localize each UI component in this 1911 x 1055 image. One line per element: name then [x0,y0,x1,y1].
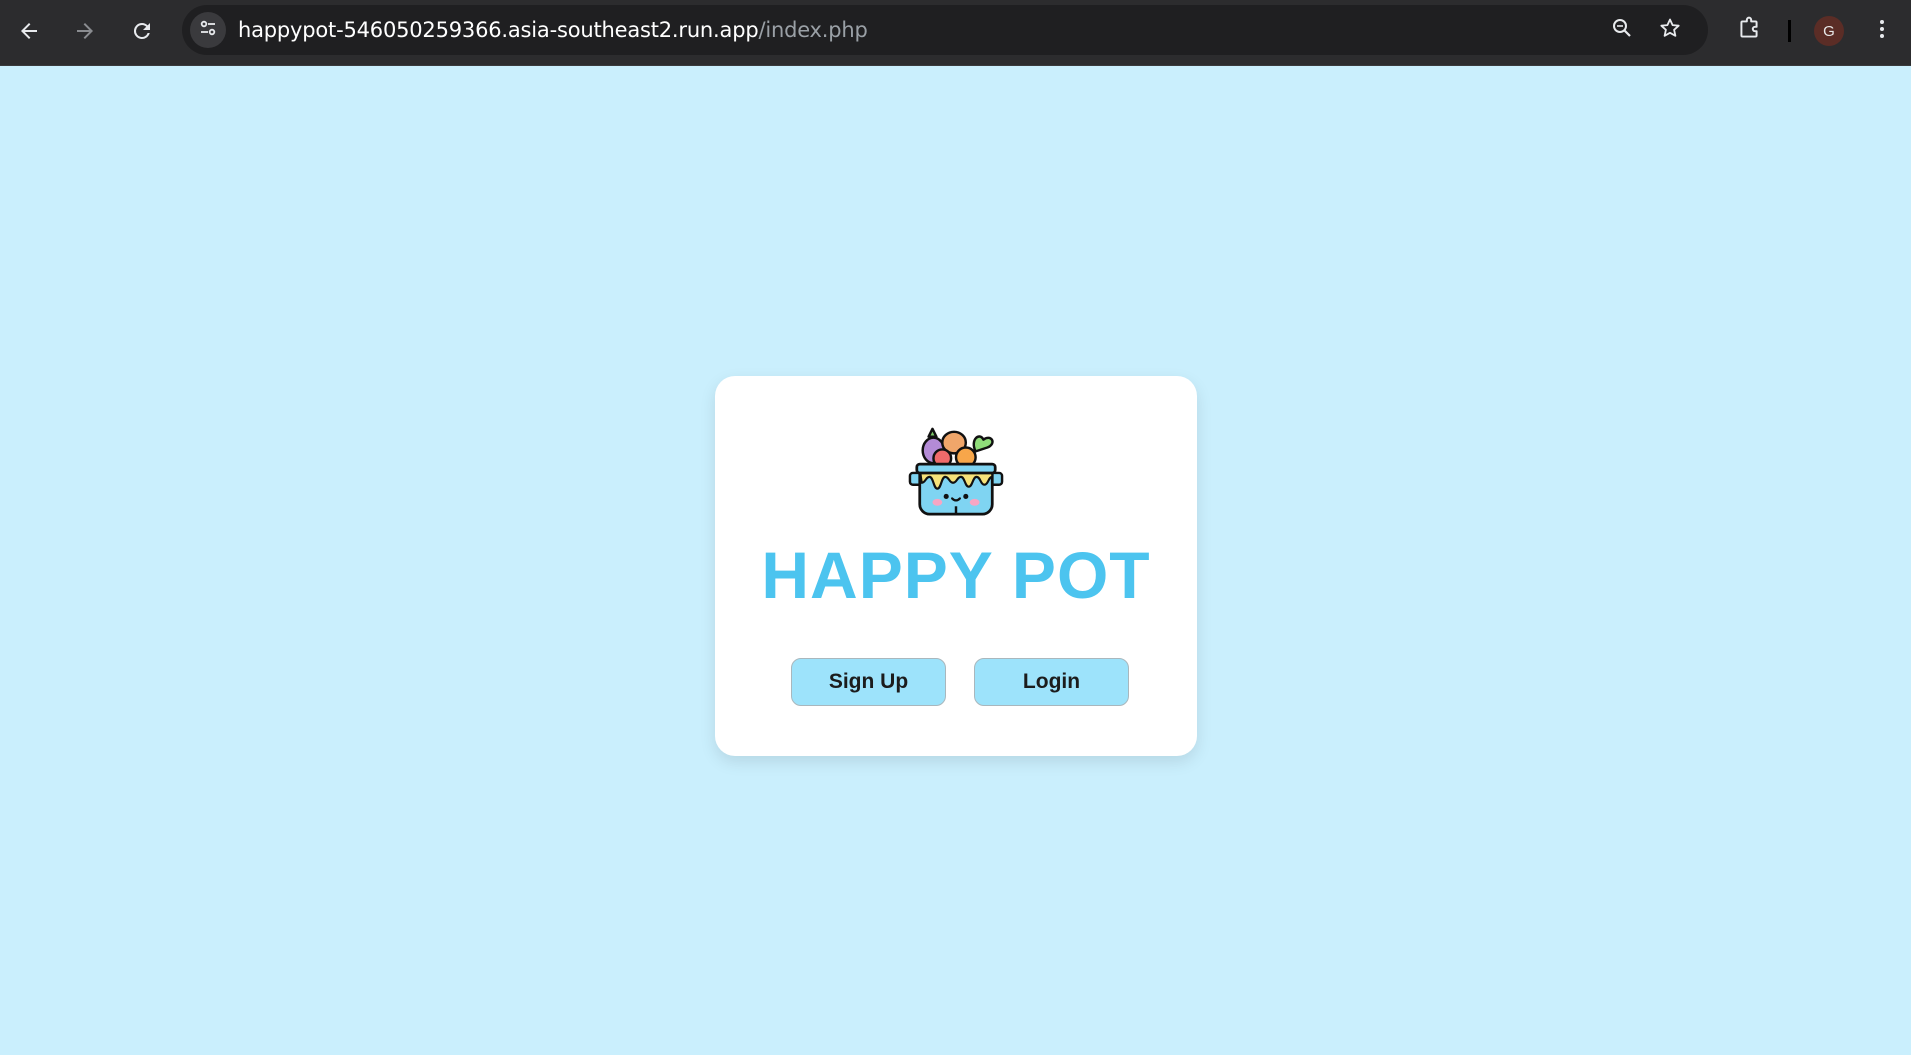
welcome-card: HAPPY POT Sign Up Login [715,376,1197,756]
bookmark-button[interactable] [1654,14,1686,46]
forward-button[interactable] [63,9,107,53]
reload-button[interactable] [120,9,164,53]
back-button[interactable] [7,9,51,53]
tune-icon [198,18,218,42]
site-info-button[interactable] [190,12,226,48]
url-host: happypot-546050259366.asia-southeast2.ru… [238,18,759,42]
puzzle-icon [1736,16,1762,46]
star-icon [1658,16,1682,44]
address-bar[interactable]: happypot-546050259366.asia-southeast2.ru… [182,5,1708,55]
kebab-menu-icon [1870,17,1894,45]
url-path: /index.php [758,18,868,42]
url-text[interactable]: happypot-546050259366.asia-southeast2.ru… [238,5,868,55]
page-title: HAPPY POT [761,538,1151,612]
happy-pot-logo [907,422,1005,520]
zoom-icon [1610,16,1634,44]
login-button[interactable]: Login [974,658,1129,706]
sign-up-button[interactable]: Sign Up [791,658,946,706]
browser-toolbar: happypot-546050259366.asia-southeast2.ru… [0,0,1911,66]
toolbar-divider [1788,20,1791,42]
arrow-right-icon [73,19,97,43]
arrow-left-icon [17,19,41,43]
extensions-button[interactable] [1731,13,1767,49]
zoom-button[interactable] [1606,14,1638,46]
browser-menu-button[interactable] [1864,13,1900,49]
profile-avatar[interactable]: G [1814,16,1844,46]
reload-icon [130,19,154,43]
